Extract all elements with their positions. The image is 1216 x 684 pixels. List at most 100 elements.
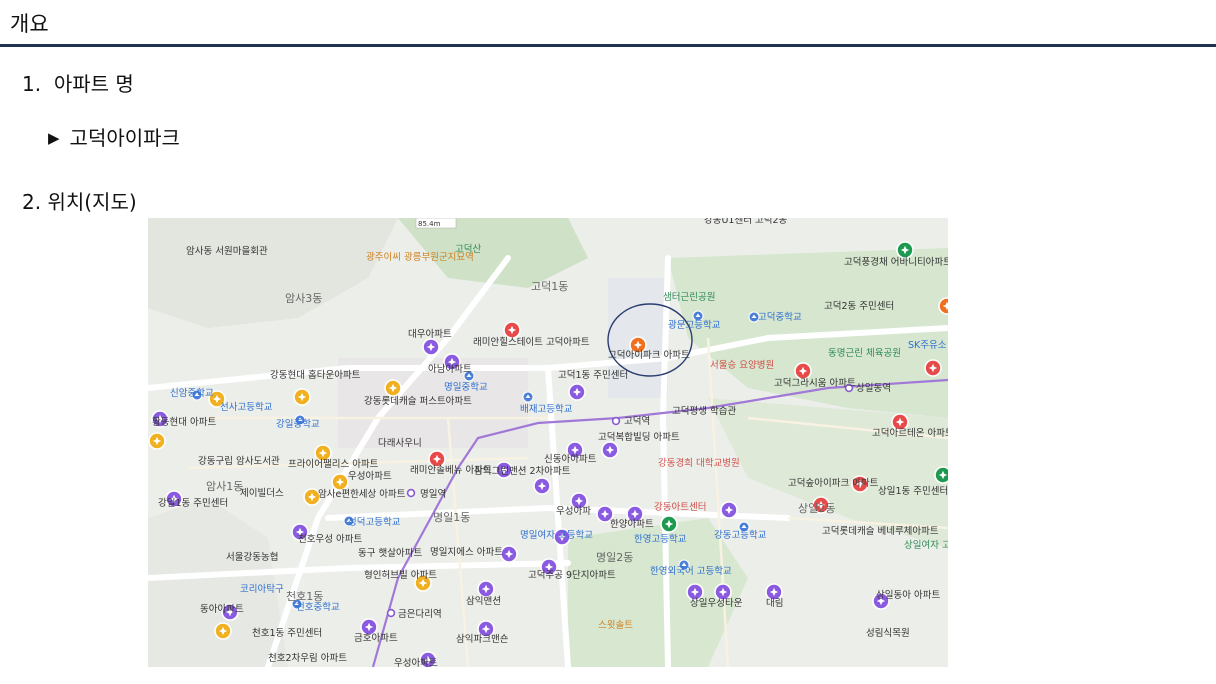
- map-canvas: 85.4m 암사동 서원마을회관 광주이씨 광릉부원군지묘역 고덕산 강동U1센…: [148, 218, 948, 667]
- map-label: 황동현대 아파트: [152, 417, 216, 428]
- pin-samik-green-2[interactable]: [533, 477, 551, 495]
- map-label: 고덕풍경채 어바니티아파트: [844, 256, 948, 268]
- map-label: 상일동역: [856, 383, 891, 394]
- map-label: 대우아파트: [408, 329, 452, 340]
- map-label: 대림: [766, 597, 783, 609]
- map-label: 광문고등학교: [668, 319, 721, 331]
- map-label: 강동롯데캐슬 퍼스트아파트: [364, 396, 472, 407]
- map-label: 제이빌더스: [240, 488, 284, 499]
- map-label: 아남아파트: [428, 364, 472, 375]
- map-label: 명일1동: [433, 510, 470, 524]
- item-2-label: 위치(지도): [47, 190, 137, 214]
- map-label: 상일1동 주민센터: [878, 486, 948, 497]
- pin-west[interactable]: [148, 432, 166, 450]
- map-label: 고덕2동 주민센터: [824, 301, 894, 312]
- map-label: 한양아파트: [610, 519, 654, 530]
- map-label: 고덕아르테온 아파트: [872, 428, 948, 439]
- map-label: 명일2동: [596, 550, 633, 564]
- section-title: 개요: [10, 12, 49, 36]
- pin-hanyoung-high[interactable]: [660, 515, 678, 533]
- pin-pungkyung[interactable]: [896, 241, 914, 259]
- pin-woosung-amsa[interactable]: [331, 473, 349, 491]
- pin-hyundai-hometown[interactable]: [293, 388, 311, 406]
- map-label: SK주유소: [908, 340, 947, 351]
- pin-raemian-state[interactable]: [503, 321, 521, 339]
- pin-complex[interactable]: [601, 441, 619, 459]
- map-label: 천호1동 주민센터: [252, 628, 322, 639]
- map-label: 서울강동농협: [226, 551, 278, 563]
- map-label: 스윗솔트: [598, 620, 633, 631]
- map-label: 성덕고등학교: [348, 517, 401, 528]
- pin-east-orange[interactable]: [938, 297, 948, 315]
- pin-cheonho-west[interactable]: [214, 622, 232, 640]
- map-label: 강동구립 암사도서관: [198, 455, 280, 467]
- map-label: 암사e편한세상 아파트: [318, 488, 406, 500]
- map-label: 래미안힐스테이트 고덕아파트: [473, 336, 590, 348]
- target-apartment-label: 고덕아이파크 아파트: [608, 350, 690, 361]
- map-label: 샘터근린공원: [663, 292, 715, 303]
- item-2-number: 2.: [22, 190, 42, 214]
- map-label: 우성아파트: [394, 658, 438, 667]
- pin-baejae[interactable]: [568, 383, 586, 401]
- map-label: 천호1동: [286, 589, 323, 603]
- pin-samik[interactable]: [477, 580, 495, 598]
- map-label: 형인허브빌 아파트: [364, 570, 437, 581]
- map-label: 상일여자 고등학교: [904, 539, 948, 551]
- map-label: 우성아파: [556, 506, 591, 517]
- map-label: 다래사우니: [378, 438, 422, 449]
- item-1-number: 1.: [22, 72, 42, 96]
- pin-gracium[interactable]: [794, 362, 812, 380]
- map-label: 고덕1동 주민센터: [558, 370, 628, 381]
- map-label: 코리아탁구: [240, 583, 284, 595]
- map-label: 한영외국어 고등학교: [650, 565, 732, 577]
- map-label: 천호우성 아파트: [298, 534, 362, 545]
- apartment-name: 고덕아이파크: [69, 126, 180, 150]
- pin-art[interactable]: [720, 501, 738, 519]
- elevation-label: 85.4m: [418, 220, 441, 228]
- station-myeongil[interactable]: [406, 488, 416, 498]
- map-label: 삼익그린맨션 2차아파트: [474, 465, 571, 477]
- map-label: 강일1동 주민센터: [158, 498, 228, 509]
- map-label: 동아아파트: [200, 604, 244, 615]
- station-godeok[interactable]: [611, 416, 621, 426]
- item-1-heading: 1. 아파트 명: [22, 68, 134, 97]
- map-label: 명일중학교: [444, 382, 488, 393]
- map-label: 신암중학교: [170, 387, 214, 399]
- map-label: 금호아파트: [354, 633, 398, 644]
- title-divider: [0, 44, 1216, 47]
- location-map[interactable]: 85.4m 암사동 서원마을회관 광주이씨 광릉부원군지묘역 고덕산 강동U1센…: [148, 218, 948, 667]
- map-label: 신동아아파트: [544, 454, 597, 465]
- map-label: 한영고등학교: [634, 534, 687, 545]
- pin-east-green[interactable]: [934, 466, 948, 484]
- map-label: 고덕복합빌딩 아파트: [598, 432, 680, 443]
- pin-lotte-first[interactable]: [384, 379, 402, 397]
- map-label: 고덕그라시움 아파트: [774, 378, 856, 389]
- map-label: 상일동아 아파트: [876, 590, 940, 601]
- map-label: 고덕산: [455, 244, 481, 255]
- map-label: 고덕중학교: [758, 312, 802, 323]
- map-label: 동명근린 체육공원: [828, 348, 901, 359]
- map-label: 고덕평생 학습관: [672, 406, 736, 417]
- station-geumeun[interactable]: [386, 608, 396, 618]
- map-label: 서울승 요양병원: [710, 360, 774, 371]
- map-label: 강동경희 대학교병원: [658, 457, 740, 469]
- map-label: 강동고등학교: [714, 530, 767, 541]
- school-icon: [522, 391, 534, 403]
- triangle-bullet-icon: ▶: [48, 129, 60, 147]
- pin-east-edge[interactable]: [924, 359, 942, 377]
- pin-jies[interactable]: [500, 545, 518, 563]
- map-label: 강일중학교: [276, 419, 320, 430]
- map-label: 암사3동: [285, 292, 322, 305]
- pin-daewoo[interactable]: [422, 338, 440, 356]
- map-label: 강동현대 홈타운아파트: [270, 369, 361, 381]
- map-label: 명일여자 고등학교: [520, 529, 593, 541]
- map-label: 암사동 서원마을회관: [186, 245, 268, 257]
- svg-text:암사동 서원마을회관: 암사동 서원마을회관: [186, 245, 268, 257]
- item-2-heading: 2. 위치(지도): [22, 186, 137, 215]
- map-label: 고덕롯데캐슬 베네루체아파트: [822, 526, 939, 537]
- map-label: 고덕숲아이파크 아파트: [788, 478, 879, 489]
- map-label: 삼익맨션: [466, 595, 501, 607]
- map-label: 강동아트센터: [654, 502, 706, 513]
- map-label: 강동U1센터 고덕2동: [704, 218, 788, 226]
- map-label: 삼익파크맨숀: [456, 633, 509, 645]
